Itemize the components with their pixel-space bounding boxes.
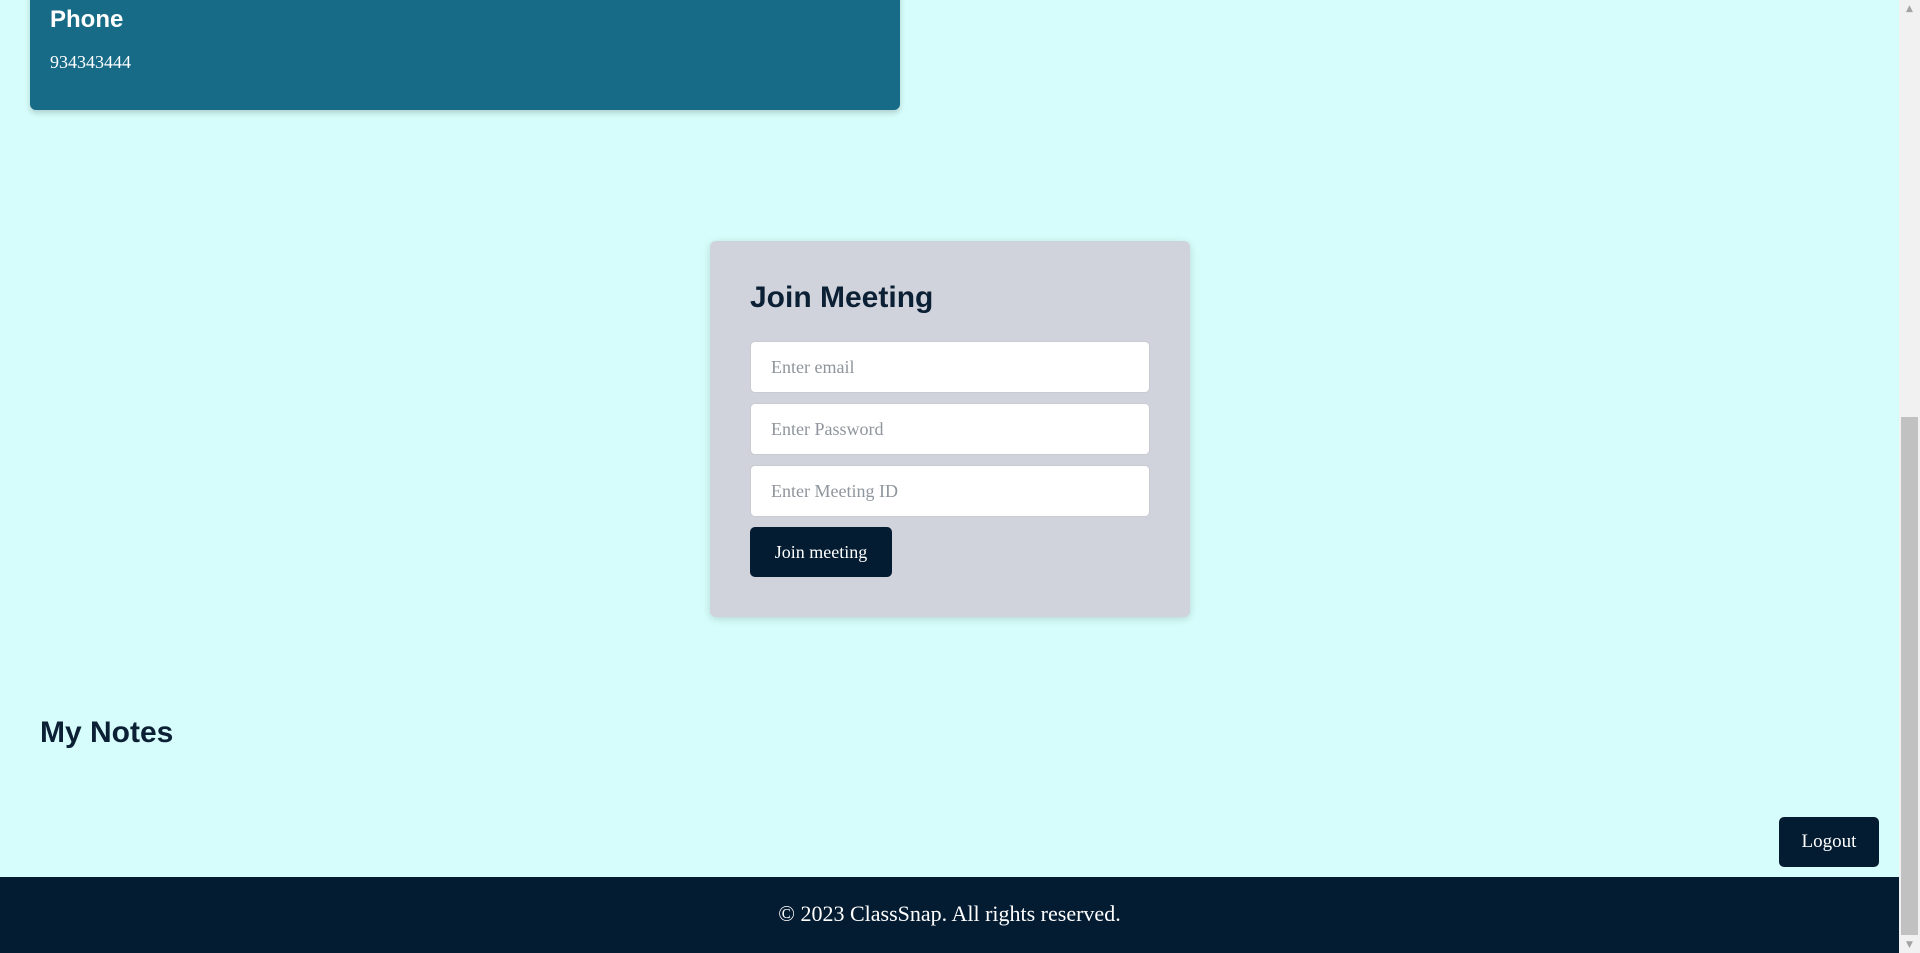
join-meeting-button[interactable]: Join meeting bbox=[750, 527, 892, 577]
logout-button[interactable]: Logout bbox=[1779, 817, 1879, 867]
vertical-scrollbar[interactable]: ▲ ▼ bbox=[1899, 0, 1920, 953]
phone-card-title: Phone bbox=[50, 6, 124, 33]
footer: © 2023 ClassSnap. All rights reserved. bbox=[0, 877, 1899, 953]
scroll-up-icon[interactable]: ▲ bbox=[1899, 0, 1920, 17]
phone-card: Phone 934343444 bbox=[30, 0, 900, 110]
scrollbar-thumb[interactable] bbox=[1901, 417, 1918, 935]
email-input[interactable] bbox=[750, 341, 1150, 393]
footer-copyright: © 2023 ClassSnap. All rights reserved. bbox=[778, 900, 1121, 926]
page: Phone 934343444 Join Meeting Join meetin… bbox=[0, 0, 1899, 953]
join-meeting-panel: Join Meeting Join meeting bbox=[710, 241, 1190, 617]
phone-number: 934343444 bbox=[50, 52, 131, 72]
meeting-id-input[interactable] bbox=[750, 465, 1150, 517]
password-input[interactable] bbox=[750, 403, 1150, 455]
my-notes-title: My Notes bbox=[40, 716, 174, 749]
scroll-down-icon[interactable]: ▼ bbox=[1899, 936, 1920, 953]
join-meeting-title: Join Meeting bbox=[750, 281, 934, 314]
